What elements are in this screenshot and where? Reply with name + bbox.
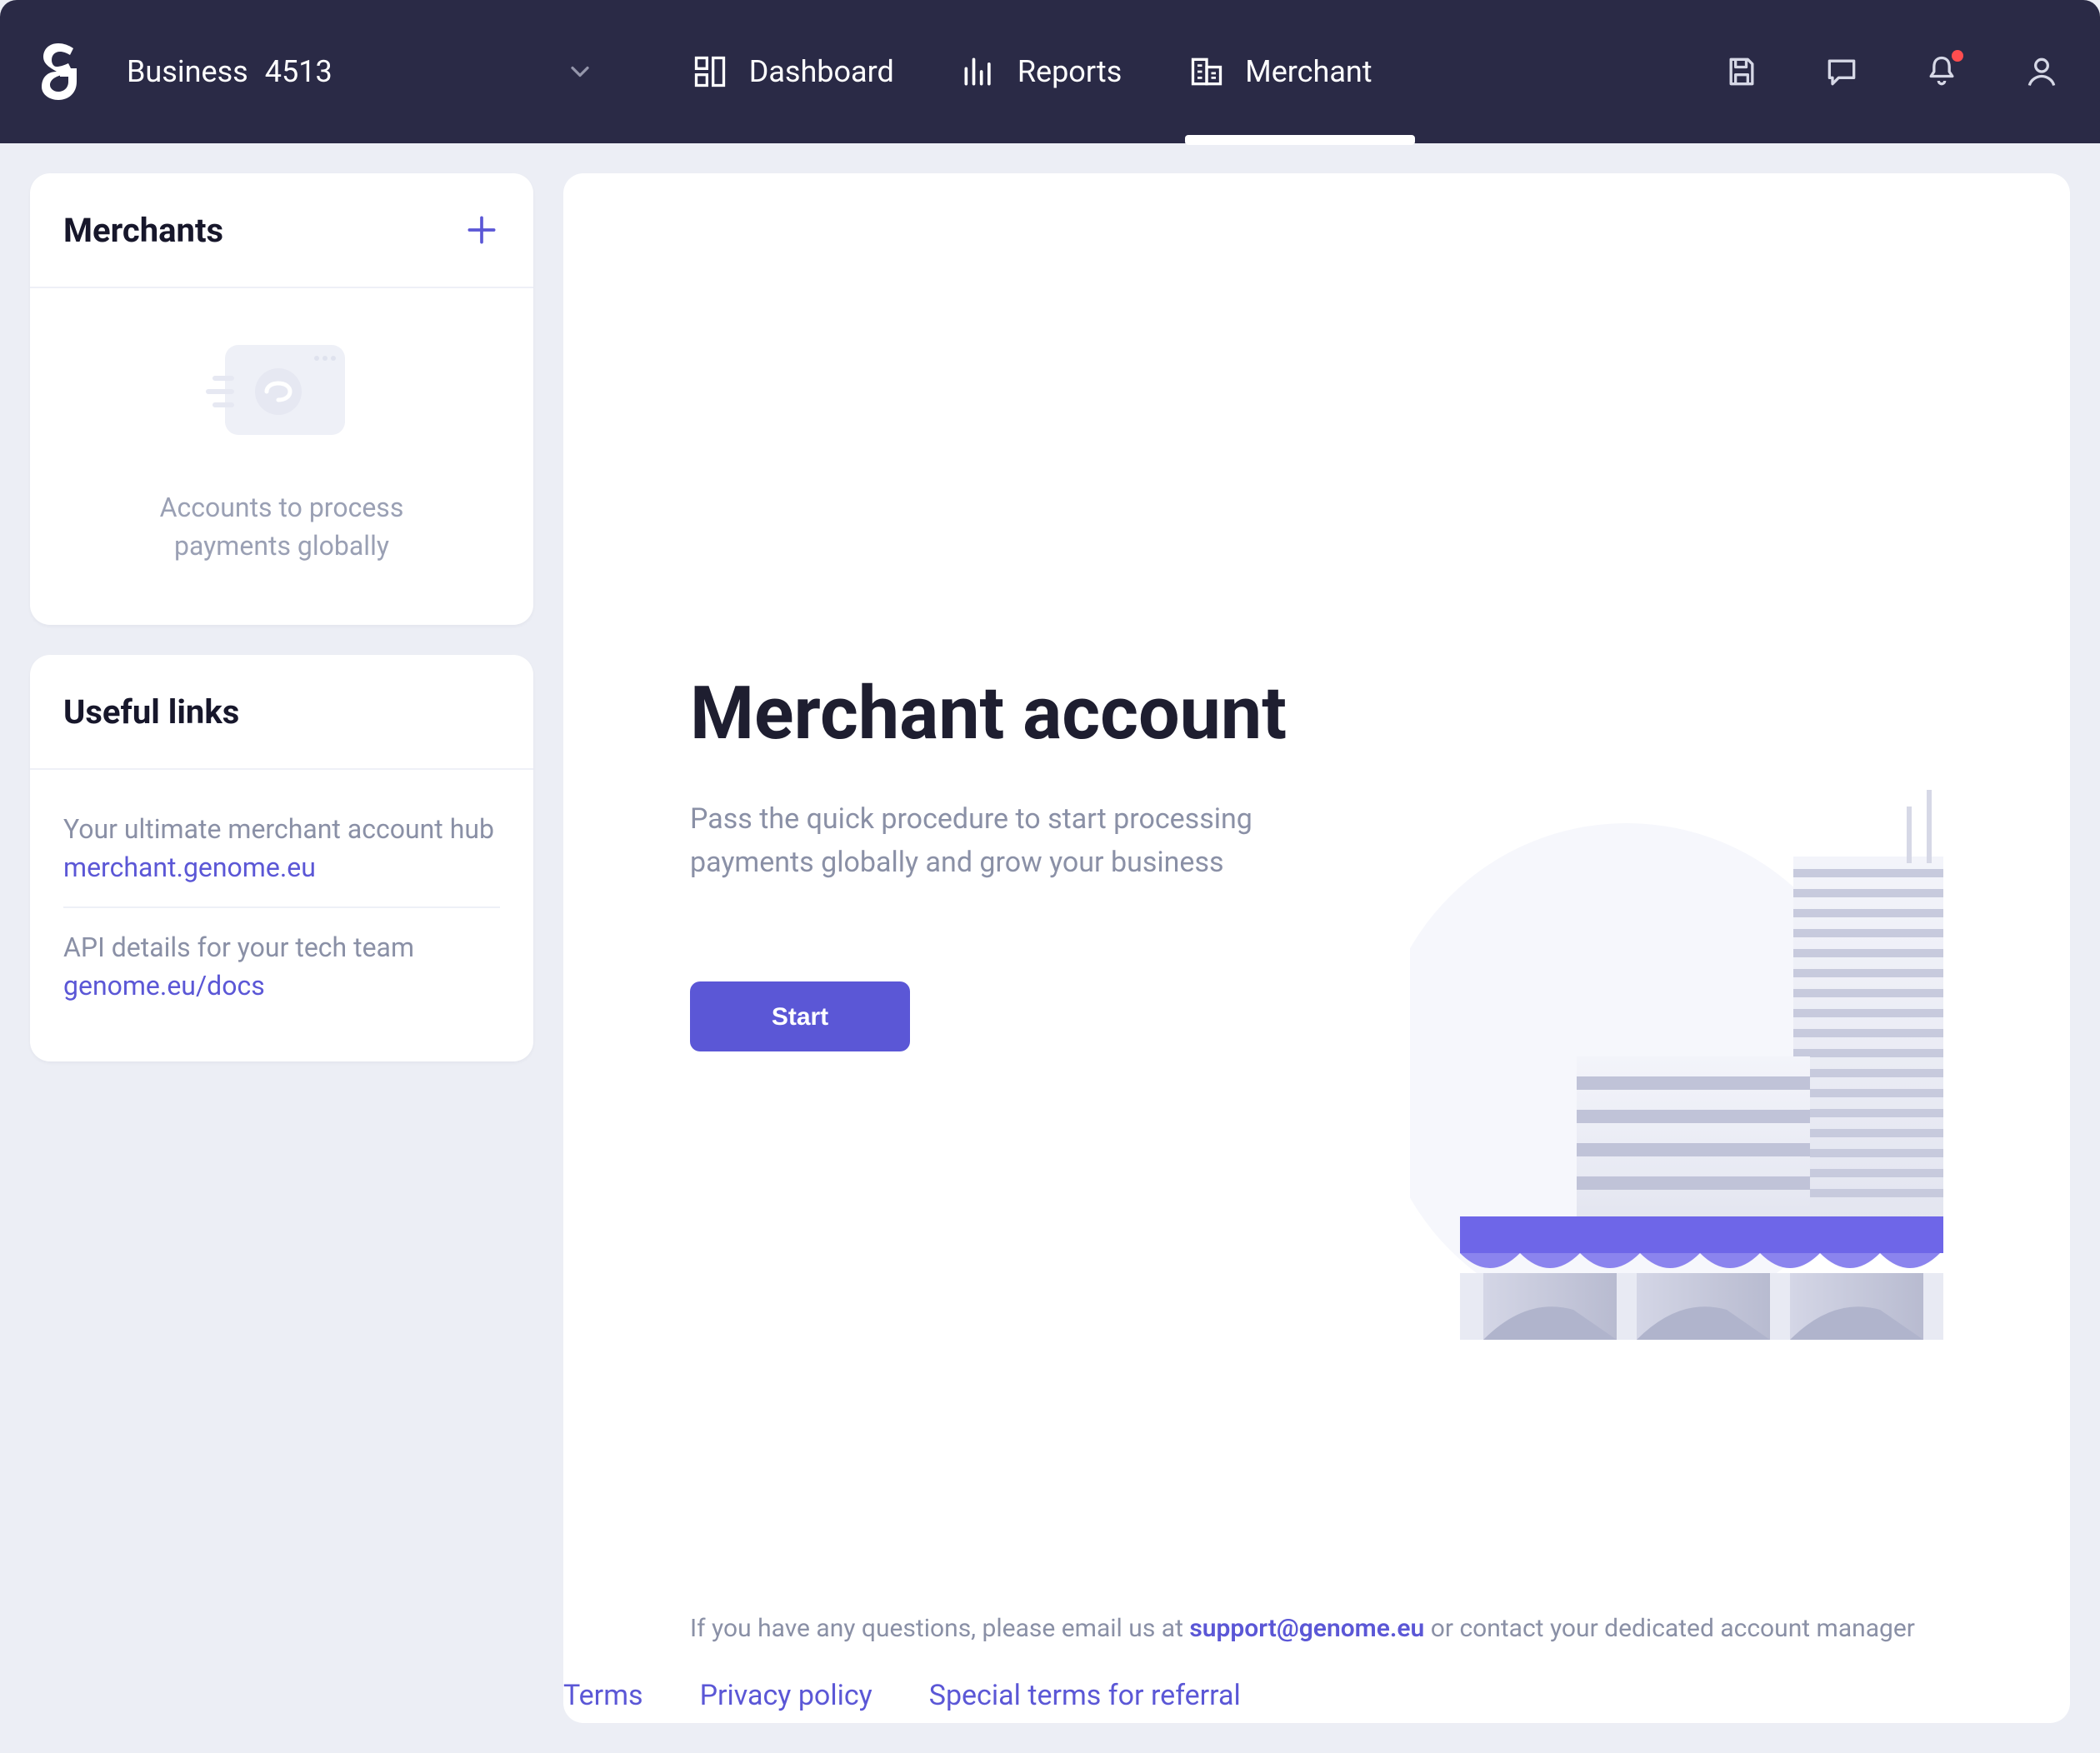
- nav-item-label: Dashboard: [749, 54, 894, 89]
- account-switcher[interactable]: Business 4513: [127, 54, 596, 89]
- brand-logo[interactable]: [40, 43, 80, 100]
- support-email-link[interactable]: support@genome.eu: [1189, 1613, 1424, 1643]
- page-subtitle: Pass the quick procedure to start proces…: [690, 800, 1257, 885]
- footer-links: Terms Privacy policy Special terms for r…: [563, 1680, 1241, 1713]
- nav-item-label: Reports: [1018, 54, 1122, 89]
- link-item: API details for your tech team genome.eu…: [63, 909, 500, 1026]
- save-icon[interactable]: [1723, 53, 1760, 90]
- merchants-empty-text: Accounts to process payments globally: [63, 488, 500, 566]
- merchants-card-header: Merchants: [30, 173, 533, 288]
- footer-link-referral[interactable]: Special terms for referral: [929, 1680, 1241, 1713]
- chat-icon[interactable]: [1823, 53, 1860, 90]
- app-header: Business 4513 Dashboard Reports: [0, 0, 2100, 143]
- genome-logo-icon: [40, 43, 80, 100]
- useful-links-header: Useful links: [30, 656, 533, 771]
- notification-badge: [1952, 50, 1963, 62]
- merchants-card: Merchants Accounts to process: [30, 173, 533, 626]
- profile-icon[interactable]: [2023, 53, 2060, 90]
- header-actions: [1723, 53, 2060, 90]
- nav-merchant[interactable]: Merchant: [1155, 0, 1405, 143]
- nav-dashboard[interactable]: Dashboard: [659, 0, 928, 143]
- link-desc: Your ultimate merchant account hub: [63, 814, 500, 846]
- link-item: Your ultimate merchant account hub merch…: [63, 791, 500, 909]
- nav-reports[interactable]: Reports: [928, 0, 1155, 143]
- bell-icon[interactable]: [1923, 53, 1960, 90]
- chevron-down-icon: [566, 57, 596, 87]
- top-nav: Dashboard Reports Merchant: [659, 0, 1406, 143]
- account-id-label: 4513: [265, 54, 332, 89]
- account-type-label: Business: [127, 54, 248, 89]
- footer-link-terms[interactable]: Terms: [563, 1680, 643, 1713]
- plus-icon: [463, 212, 500, 248]
- useful-links-title: Useful links: [63, 692, 239, 732]
- merchant-icon: [1188, 53, 1225, 90]
- add-merchant-button[interactable]: [463, 212, 500, 248]
- nav-item-label: Merchant: [1245, 54, 1372, 89]
- link-url[interactable]: genome.eu/docs: [63, 971, 500, 1002]
- start-button[interactable]: Start: [690, 981, 910, 1051]
- sidebar: Merchants Accounts to process: [30, 173, 533, 1723]
- useful-links-card: Useful links Your ultimate merchant acco…: [30, 656, 533, 1062]
- main-panel: Merchant account Pass the quick procedur…: [563, 173, 2070, 1723]
- content-area: Merchants Accounts to process: [0, 143, 2100, 1753]
- useful-links-body: Your ultimate merchant account hub merch…: [30, 771, 533, 1062]
- reports-icon: [961, 53, 998, 90]
- main-content: Merchant account Pass the quick procedur…: [563, 173, 2070, 1613]
- link-desc: API details for your tech team: [63, 932, 500, 964]
- page-title: Merchant account: [690, 670, 1943, 757]
- merchants-empty-state: Accounts to process payments globally: [30, 288, 533, 626]
- payments-card-icon: [202, 335, 362, 448]
- footer-link-privacy[interactable]: Privacy policy: [700, 1680, 872, 1713]
- merchant-illustration-icon: [1410, 790, 1943, 1340]
- dashboard-icon: [692, 53, 729, 90]
- link-url[interactable]: merchant.genome.eu: [63, 852, 500, 884]
- merchants-title: Merchants: [63, 210, 223, 250]
